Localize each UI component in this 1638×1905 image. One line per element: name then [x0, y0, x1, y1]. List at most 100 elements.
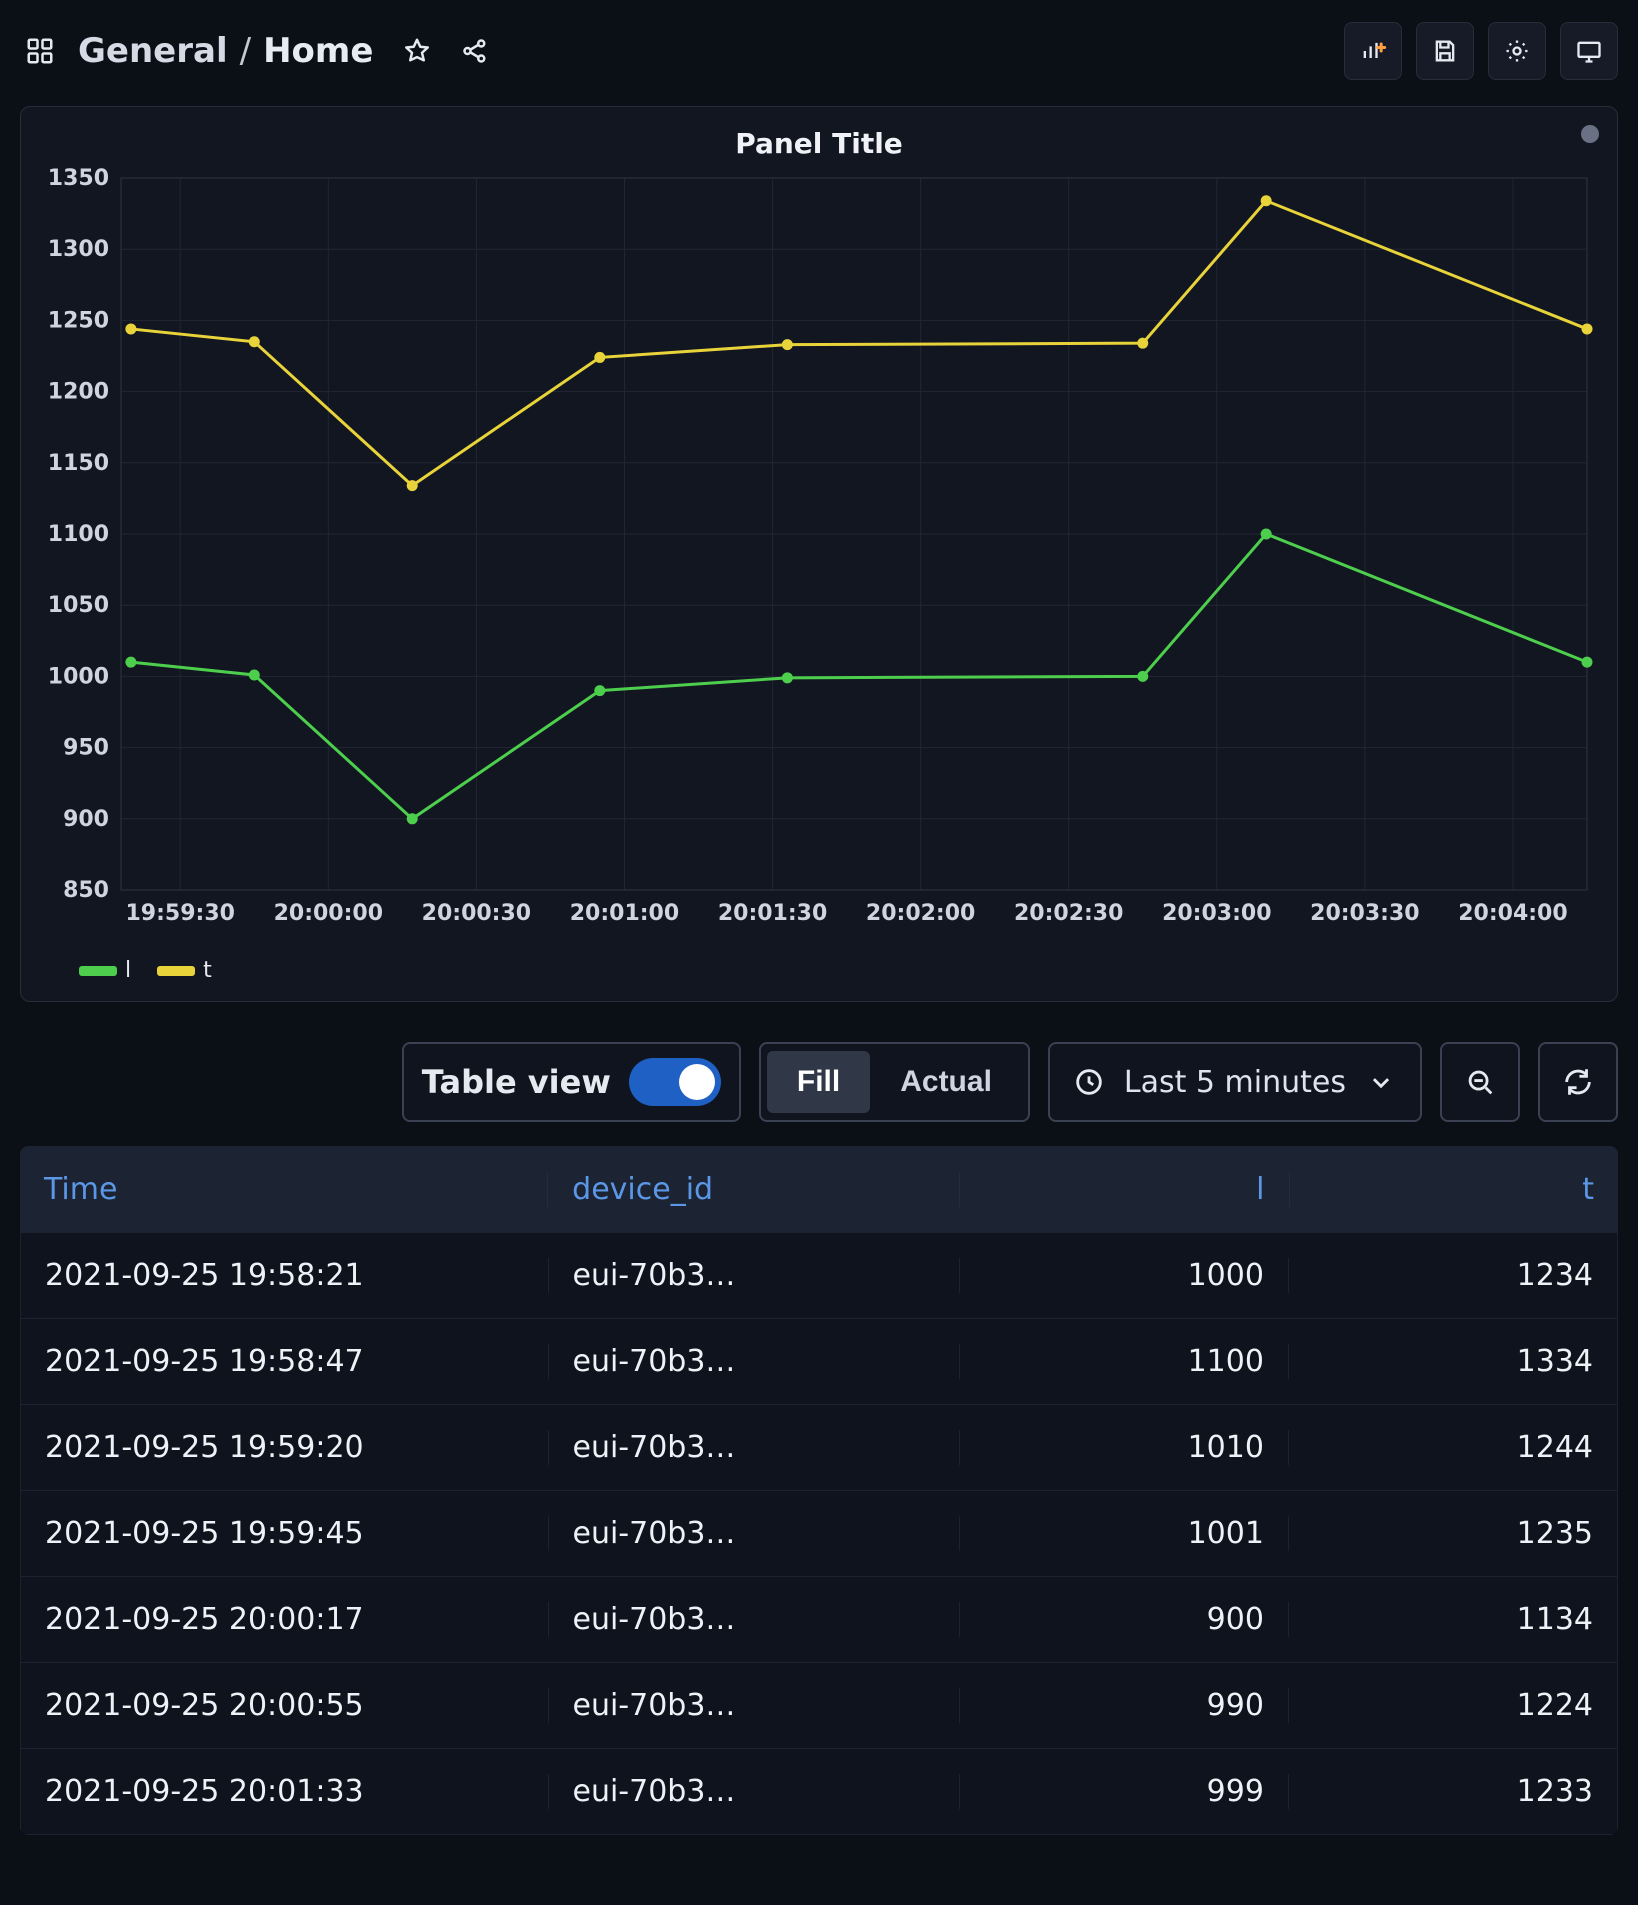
- svg-text:1200: 1200: [48, 380, 109, 405]
- svg-text:20:02:00: 20:02:00: [866, 901, 975, 926]
- table-cell: 2021-09-25 20:00:55: [21, 1688, 548, 1723]
- table-cell: 1233: [1288, 1774, 1617, 1809]
- table-cell: 1010: [959, 1430, 1288, 1465]
- table-cell: 990: [959, 1688, 1288, 1723]
- fill-button[interactable]: Fill: [767, 1051, 870, 1113]
- table-row[interactable]: 2021-09-25 20:00:17eui-70b3…9001134: [21, 1576, 1617, 1662]
- table-cell: 1334: [1288, 1344, 1617, 1379]
- table-col-header[interactable]: device_id: [547, 1172, 959, 1207]
- table-view-toggle-group: Table view: [402, 1042, 741, 1122]
- time-range-label: Last 5 minutes: [1124, 1065, 1346, 1100]
- svg-text:900: 900: [63, 807, 109, 832]
- svg-text:1350: 1350: [48, 168, 109, 191]
- data-table: Timedevice_idlt 2021-09-25 19:58:21eui-7…: [20, 1146, 1618, 1835]
- svg-text:20:00:00: 20:00:00: [274, 901, 383, 926]
- add-panel-icon[interactable]: [1344, 22, 1402, 80]
- top-bar: General / Home: [0, 0, 1638, 96]
- svg-text:20:04:00: 20:04:00: [1458, 901, 1567, 926]
- svg-text:850: 850: [63, 878, 109, 903]
- table-cell: eui-70b3…: [548, 1602, 959, 1637]
- table-header: Timedevice_idlt: [20, 1146, 1618, 1232]
- chevron-down-icon: [1364, 1065, 1398, 1099]
- refresh-icon: [1561, 1065, 1595, 1099]
- zoom-out-button[interactable]: [1440, 1042, 1520, 1122]
- legend-item[interactable]: t: [157, 958, 212, 983]
- table-row[interactable]: 2021-09-25 20:00:55eui-70b3…9901224: [21, 1662, 1617, 1748]
- time-range-group: Last 5 minutes: [1048, 1042, 1618, 1122]
- svg-text:1300: 1300: [48, 237, 109, 262]
- table-cell: 1000: [959, 1258, 1288, 1293]
- table-row[interactable]: 2021-09-25 19:59:20eui-70b3…10101244: [21, 1404, 1617, 1490]
- controls-row: Table view Fill Actual Last 5 minutes: [20, 1042, 1618, 1122]
- zoom-out-icon: [1463, 1065, 1497, 1099]
- table-cell: 2021-09-25 20:01:33: [21, 1774, 548, 1809]
- svg-text:1000: 1000: [48, 664, 109, 689]
- top-bar-right: [1344, 22, 1618, 80]
- table-body: 2021-09-25 19:58:21eui-70b3…100012342021…: [20, 1232, 1618, 1835]
- svg-text:20:03:30: 20:03:30: [1310, 901, 1419, 926]
- toggle-knob: [679, 1064, 715, 1100]
- table-cell: 2021-09-25 20:00:17: [21, 1602, 548, 1637]
- table-view-label: Table view: [422, 1063, 611, 1101]
- monitor-icon[interactable]: [1560, 22, 1618, 80]
- svg-text:1150: 1150: [48, 451, 109, 476]
- clock-icon: [1072, 1065, 1106, 1099]
- svg-text:19:59:30: 19:59:30: [126, 901, 235, 926]
- table-cell: 1134: [1288, 1602, 1617, 1637]
- table-cell: 2021-09-25 19:59:20: [21, 1430, 548, 1465]
- table-cell: eui-70b3…: [548, 1258, 959, 1293]
- table-cell: 2021-09-25 19:58:21: [21, 1258, 548, 1293]
- breadcrumb-page[interactable]: Home: [263, 31, 373, 71]
- panel-title: Panel Title: [39, 127, 1599, 160]
- star-icon[interactable]: [397, 31, 437, 71]
- chart-panel: Panel Title 850 900 950 1000 1050 1100 1150 120…: [20, 106, 1618, 1002]
- table-cell: 1001: [959, 1516, 1288, 1551]
- refresh-button[interactable]: [1538, 1042, 1618, 1122]
- table-cell: eui-70b3…: [548, 1344, 959, 1379]
- share-icon[interactable]: [455, 31, 495, 71]
- table-cell: eui-70b3…: [548, 1688, 959, 1723]
- svg-text:1050: 1050: [48, 593, 109, 618]
- svg-text:20:02:30: 20:02:30: [1014, 901, 1123, 926]
- gear-icon[interactable]: [1488, 22, 1546, 80]
- chart[interactable]: 8509009501000105011001150120012501300135…: [39, 168, 1599, 948]
- table-cell: 900: [959, 1602, 1288, 1637]
- time-range-button[interactable]: Last 5 minutes: [1048, 1042, 1422, 1122]
- actual-button[interactable]: Actual: [870, 1051, 1022, 1113]
- chart-legend: lt: [39, 958, 1599, 983]
- legend-item[interactable]: l: [79, 958, 131, 983]
- svg-text:1100: 1100: [48, 522, 109, 547]
- table-cell: 1224: [1288, 1688, 1617, 1723]
- apps-icon[interactable]: [20, 31, 60, 71]
- svg-text:950: 950: [63, 736, 109, 761]
- panel-status-dot: [1581, 125, 1599, 143]
- table-col-header[interactable]: Time: [20, 1172, 547, 1207]
- table-cell: eui-70b3…: [548, 1774, 959, 1809]
- svg-text:20:01:30: 20:01:30: [718, 901, 827, 926]
- svg-text:20:01:00: 20:01:00: [570, 901, 679, 926]
- table-cell: 1235: [1288, 1516, 1617, 1551]
- breadcrumb-folder[interactable]: General: [78, 31, 228, 71]
- breadcrumb: General / Home: [78, 31, 373, 71]
- table-row[interactable]: 2021-09-25 20:01:33eui-70b3…9991233: [21, 1748, 1617, 1834]
- breadcrumb-separator: /: [240, 31, 251, 71]
- table-row[interactable]: 2021-09-25 19:59:45eui-70b3…10011235: [21, 1490, 1617, 1576]
- table-cell: 2021-09-25 19:58:47: [21, 1344, 548, 1379]
- table-cell: 1100: [959, 1344, 1288, 1379]
- table-row[interactable]: 2021-09-25 19:58:21eui-70b3…10001234: [21, 1232, 1617, 1318]
- table-cell: 2021-09-25 19:59:45: [21, 1516, 548, 1551]
- table-cell: 999: [959, 1774, 1288, 1809]
- save-icon[interactable]: [1416, 22, 1474, 80]
- table-row[interactable]: 2021-09-25 19:58:47eui-70b3…11001334: [21, 1318, 1617, 1404]
- table-col-header[interactable]: l: [959, 1172, 1288, 1207]
- table-col-header[interactable]: t: [1289, 1172, 1618, 1207]
- table-cell: eui-70b3…: [548, 1430, 959, 1465]
- svg-text:20:00:30: 20:00:30: [422, 901, 531, 926]
- table-cell: 1234: [1288, 1258, 1617, 1293]
- table-view-toggle[interactable]: [629, 1058, 721, 1106]
- top-bar-left: General / Home: [20, 31, 495, 71]
- table-cell: eui-70b3…: [548, 1516, 959, 1551]
- table-cell: 1244: [1288, 1430, 1617, 1465]
- svg-text:20:03:00: 20:03:00: [1162, 901, 1271, 926]
- fill-actual-segment: Fill Actual: [759, 1042, 1030, 1122]
